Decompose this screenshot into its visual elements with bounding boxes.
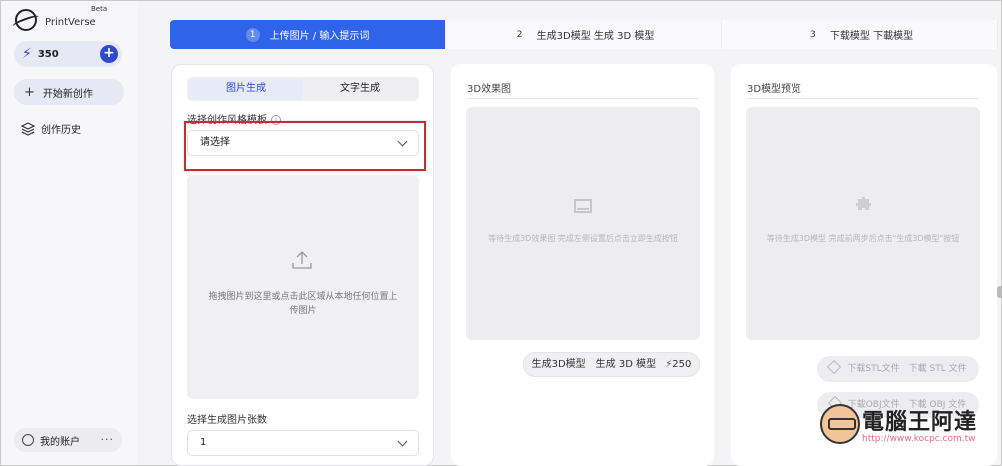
generate-3d-label: 生成3D模型 生成 3D 模型 — [531, 359, 657, 370]
image-count-label: 选择生成图片张数 — [187, 415, 267, 426]
user-icon — [22, 434, 34, 446]
preview-placeholder: 等待生成3D模型 完成前两步后点击"生成3D模型"按钮 — [746, 107, 980, 340]
image-upload-area[interactable]: 拖拽图片到这里或点击此区域从本地任何位置上传图片 — [187, 175, 419, 399]
more-icon[interactable]: ··· — [101, 433, 115, 446]
watermark-title: 電腦王阿達 — [862, 410, 978, 435]
step-generate[interactable]: 2 生成3D模型 生成 3D 模型 — [446, 20, 722, 49]
bolt-icon: ⚡ — [22, 46, 32, 62]
step-download[interactable]: 3 下载模型 下載模型 — [722, 20, 998, 49]
mode-tabs: 图片生成 文字生成 — [187, 77, 419, 101]
step-label: 下载模型 下載模型 — [829, 31, 914, 42]
new-creation-button[interactable]: + 开始新创作 — [14, 79, 124, 105]
upload-icon — [292, 251, 312, 269]
new-creation-label: 开始新创作 — [42, 88, 93, 100]
divider — [747, 98, 979, 99]
credits-value: 350 — [37, 48, 59, 60]
scrollbar-handle[interactable] — [997, 286, 1002, 298]
step-upload[interactable]: 1 上传图片 / 输入提示词 — [170, 20, 446, 49]
style-template-select[interactable]: 请选择 — [187, 130, 419, 156]
puzzle-icon — [856, 197, 871, 210]
preview-placeholder-text: 等待生成3D模型 完成前两步后点击"生成3D模型"按钮 — [766, 234, 960, 243]
account-button[interactable]: 我的账户 ··· — [14, 428, 122, 452]
beta-badge: Beta — [91, 5, 108, 13]
cube-icon — [827, 359, 842, 375]
step-number: 3 — [810, 29, 816, 40]
add-credits-button[interactable]: + — [100, 45, 118, 63]
account-label: 我的账户 — [40, 436, 80, 448]
tab-text-generation[interactable]: 文字生成 — [303, 79, 417, 99]
divider — [467, 98, 699, 99]
download-stl-button[interactable]: 下载STL文件 下載 STL 文件 — [817, 356, 979, 382]
style-template-value: 请选择 — [200, 137, 230, 148]
step-bar: 1 上传图片 / 输入提示词 2 生成3D模型 生成 3D 模型 3 下载模型 … — [170, 20, 998, 49]
chevron-down-icon — [397, 136, 408, 147]
image-placeholder-icon — [574, 199, 592, 213]
upload-instructions: 拖拽图片到这里或点击此区域从本地任何位置上传图片 — [208, 292, 398, 316]
credits-pill: ⚡ 350 + — [14, 41, 122, 67]
step-number: 2 — [516, 29, 523, 40]
download-stl-label: 下载STL文件 下載 STL 文件 — [847, 364, 967, 374]
watermark-url: http://www.kocpc.com.tw — [862, 434, 976, 444]
history-link[interactable]: 创作历史 — [21, 121, 81, 136]
chevron-down-icon — [397, 436, 408, 447]
app-name: PrintVerse — [45, 16, 96, 28]
generate-cost: 250 — [672, 359, 692, 370]
image-count-value: 1 — [200, 437, 207, 448]
mascot-icon — [820, 404, 860, 444]
input-panel: 图片生成 文字生成 选择创作风格模板 i 请选择 拖拽图片到这里或点击此区域从本地… — [171, 64, 434, 466]
step-label: 上传图片 / 输入提示词 — [269, 31, 370, 42]
generate-3d-button[interactable]: 生成3D模型 生成 3D 模型 ⚡250 — [523, 352, 700, 377]
step-label: 生成3D模型 生成 3D 模型 — [536, 31, 655, 42]
plus-icon: + — [24, 84, 35, 100]
sidebar: PrintVerse Beta ⚡ 350 + + 开始新创作 创作历史 我的账… — [1, 1, 137, 465]
history-label: 创作历史 — [41, 125, 81, 136]
effect-placeholder-text: 等待生成3D效果图 完成左侧设置后点击立即生成按钮 — [488, 234, 678, 243]
effect-placeholder: 等待生成3D效果图 完成左侧设置后点击立即生成按钮 — [466, 107, 700, 340]
preview-panel-title: 3D模型预览 — [747, 84, 802, 95]
watermark: 電腦王阿達 http://www.kocpc.com.tw — [818, 398, 994, 450]
tab-image-generation[interactable]: 图片生成 — [189, 79, 303, 99]
layers-icon — [21, 121, 35, 136]
image-count-select[interactable]: 1 — [187, 430, 419, 456]
logo: PrintVerse — [15, 9, 96, 31]
planet-logo-icon — [15, 9, 37, 31]
step-number: 1 — [245, 27, 260, 42]
effect-panel: 3D效果图 等待生成3D效果图 完成左侧设置后点击立即生成按钮 生成3D模型 生… — [451, 64, 714, 466]
effect-panel-title: 3D效果图 — [467, 84, 512, 95]
